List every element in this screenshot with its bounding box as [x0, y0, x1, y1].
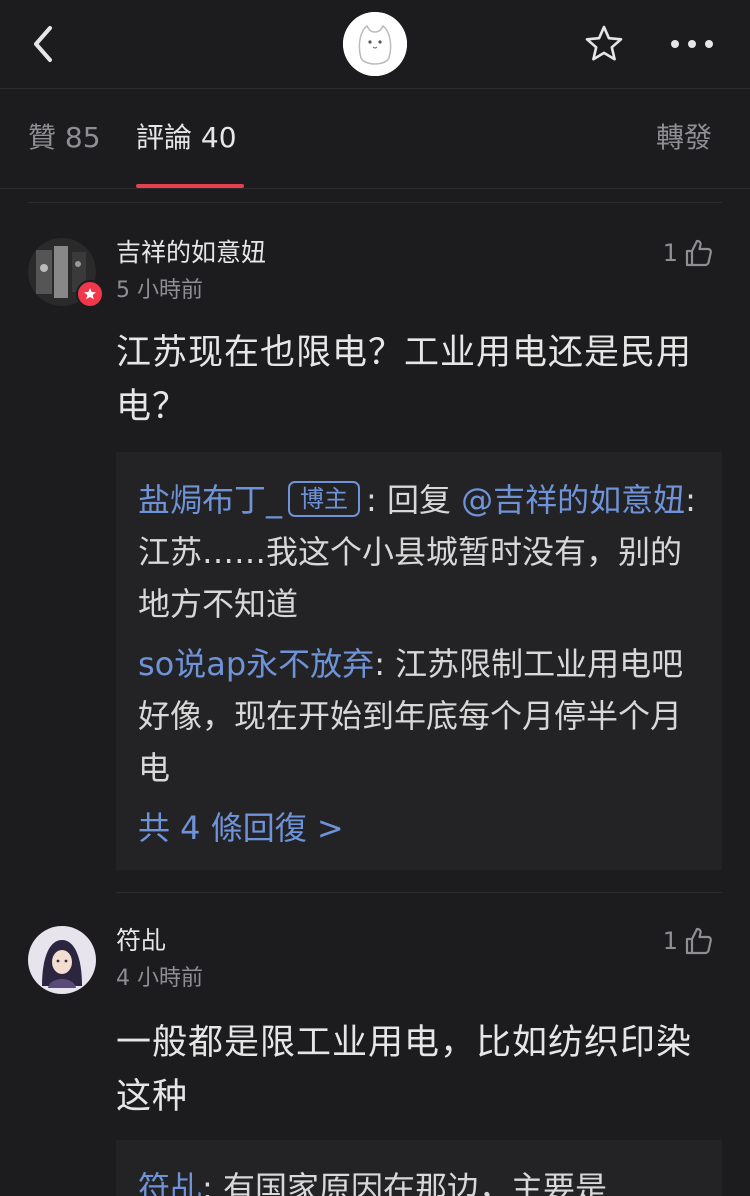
tab-bar: 贊 85 評論 40 轉發 [0, 88, 750, 189]
reply-item: so说ap永不放弃: 江苏限制工业用电吧好像，现在开始到年底每个月停半个月电 [138, 638, 702, 794]
reply-author[interactable]: 盐焗布丁_ [138, 481, 282, 519]
verified-badge [76, 280, 104, 308]
star-icon [84, 288, 96, 300]
reply-body: : 有国家原因在那边，主要是 [202, 1169, 607, 1196]
avatar[interactable] [28, 926, 96, 994]
user-avatar-image [28, 926, 96, 994]
like-count: 1 [662, 927, 678, 955]
reply-thread[interactable]: 盐焗布丁_ 博主: 回复 @吉祥的如意妞:江苏……我这个小县城暂时没有，别的地方不… [116, 452, 722, 870]
comment-time: 5 小時前 [116, 278, 203, 303]
divider [28, 202, 722, 203]
back-button[interactable] [24, 22, 60, 66]
like-button[interactable]: 1 [663, 926, 714, 956]
ellipsis-icon [671, 40, 713, 48]
comment-author[interactable]: 吉祥的如意妞 [116, 236, 266, 270]
mention-link[interactable]: @吉祥的如意妞 [461, 481, 685, 519]
comment-text: 江苏现在也限电？工业用电还是民用电？ [116, 333, 693, 427]
reply-item: 盐焗布丁_ 博主: 回复 @吉祥的如意妞:江苏……我这个小县城暂时没有，别的地方不… [138, 474, 702, 630]
view-more-replies[interactable]: 共 4 條回復 > [138, 802, 702, 854]
more-button[interactable] [666, 22, 718, 66]
reply-prefix: : 回复 [366, 481, 462, 519]
tab-comments[interactable]: 評論 40 [136, 118, 237, 158]
reply-item: 符乩: 有国家原因在那边，主要是 [138, 1162, 702, 1196]
tab-reposts[interactable]: 轉發 [656, 118, 712, 158]
tab-likes[interactable]: 贊 85 [28, 118, 101, 158]
cat-avatar [343, 12, 407, 76]
like-button[interactable]: 1 [663, 238, 714, 268]
chevron-left-icon [34, 26, 52, 62]
thumbs-up-icon [685, 239, 712, 267]
thumbs-up-icon [685, 927, 712, 955]
reply-author[interactable]: 符乩 [138, 1169, 202, 1196]
favorite-button[interactable] [582, 22, 626, 66]
author-avatar[interactable] [343, 12, 407, 76]
active-tab-indicator [136, 184, 244, 188]
like-count: 1 [662, 239, 678, 267]
comment-time: 4 小時前 [116, 966, 203, 991]
comment-author[interactable]: 符乩 [116, 924, 166, 958]
comment-text: 一般都是限工业用电，比如纺织印染这种 [116, 1023, 693, 1117]
top-bar [0, 0, 750, 89]
star-outline-icon [585, 25, 623, 61]
reply-author[interactable]: so说ap永不放弃 [138, 645, 374, 683]
reply-thread[interactable]: 符乩: 有国家原因在那边，主要是 [116, 1140, 722, 1196]
author-tag: 博主 [288, 481, 361, 517]
divider [116, 892, 722, 893]
